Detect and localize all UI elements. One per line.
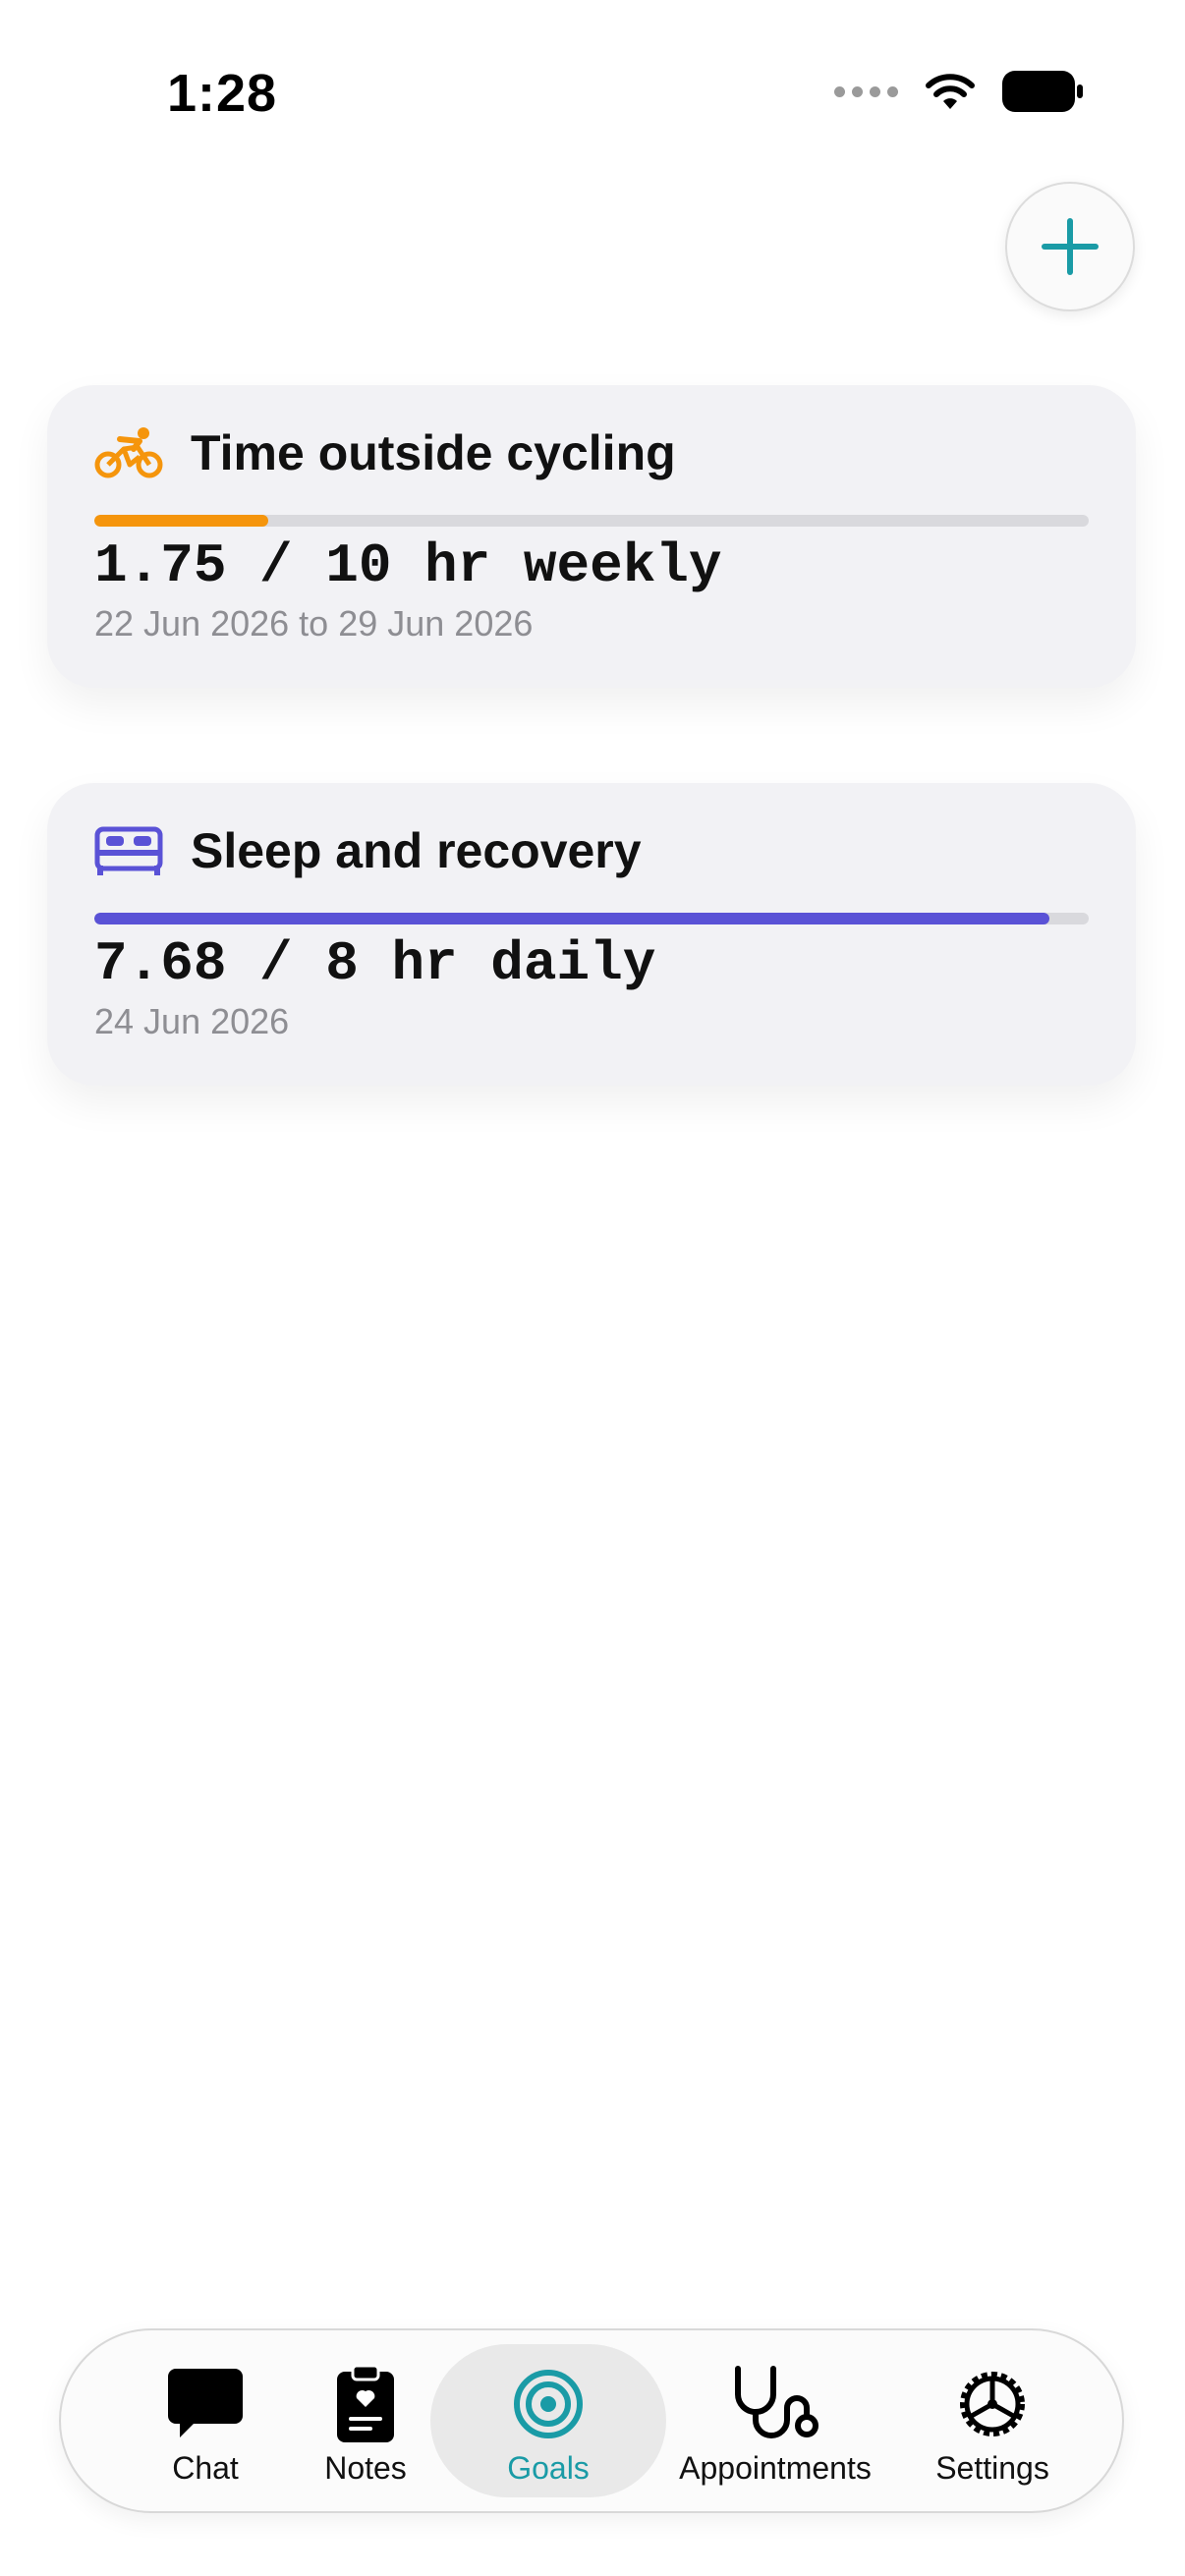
tab-chat[interactable]: Chat — [132, 2344, 279, 2497]
tab-label: Settings — [935, 2450, 1049, 2486]
goal-progress-bar — [94, 913, 1089, 924]
goal-dates: 24 Jun 2026 — [94, 1001, 290, 1041]
stethoscope-icon — [728, 2364, 822, 2444]
tab-settings[interactable]: Settings — [914, 2344, 1071, 2497]
goal-progress-bar — [94, 515, 1089, 527]
tab-notes[interactable]: Notes — [297, 2344, 434, 2497]
add-goal-button[interactable] — [1005, 182, 1135, 311]
tab-label: Appointments — [679, 2450, 872, 2486]
bicycle-icon — [94, 425, 163, 480]
tab-label: Chat — [172, 2450, 239, 2486]
status-time: 1:28 — [167, 64, 278, 123]
battery-icon — [1002, 71, 1083, 112]
goal-card[interactable]: Time outside cycling 1.75 / 10 hr weekly… — [47, 385, 1136, 688]
goal-value: 1.75 / 10 hr weekly — [94, 534, 722, 597]
plus-icon — [1042, 218, 1099, 275]
status-indicators — [834, 71, 1083, 112]
tab-goals[interactable]: Goals — [430, 2344, 666, 2497]
goals-screen: 1:28 Time outside cycling 1.75 / 10 hr w… — [0, 0, 1185, 2576]
gear-icon — [953, 2364, 1032, 2444]
goal-card-header: Sleep and recovery — [94, 822, 642, 879]
goal-title: Time outside cycling — [191, 425, 676, 480]
tab-label: Notes — [324, 2450, 407, 2486]
goal-progress-fill — [94, 515, 269, 527]
goal-card-header: Time outside cycling — [94, 424, 676, 481]
tab-label: Goals — [507, 2450, 590, 2486]
wifi-icon — [926, 74, 975, 109]
clipboard-icon — [335, 2364, 396, 2444]
chat-bubble-icon — [166, 2364, 245, 2444]
goal-progress-fill — [94, 913, 1049, 924]
cellular-signal-icon — [834, 85, 898, 97]
goal-title: Sleep and recovery — [191, 823, 642, 878]
tab-appointments[interactable]: Appointments — [662, 2344, 888, 2497]
target-icon — [513, 2364, 584, 2444]
goal-dates: 22 Jun 2026 to 29 Jun 2026 — [94, 603, 534, 644]
bed-icon — [94, 823, 163, 878]
goal-card[interactable]: Sleep and recovery 7.68 / 8 hr daily 24 … — [47, 783, 1136, 1086]
tab-bar: Chat Notes Goals Appointments Settings — [59, 2328, 1124, 2513]
goal-value: 7.68 / 8 hr daily — [94, 932, 656, 995]
